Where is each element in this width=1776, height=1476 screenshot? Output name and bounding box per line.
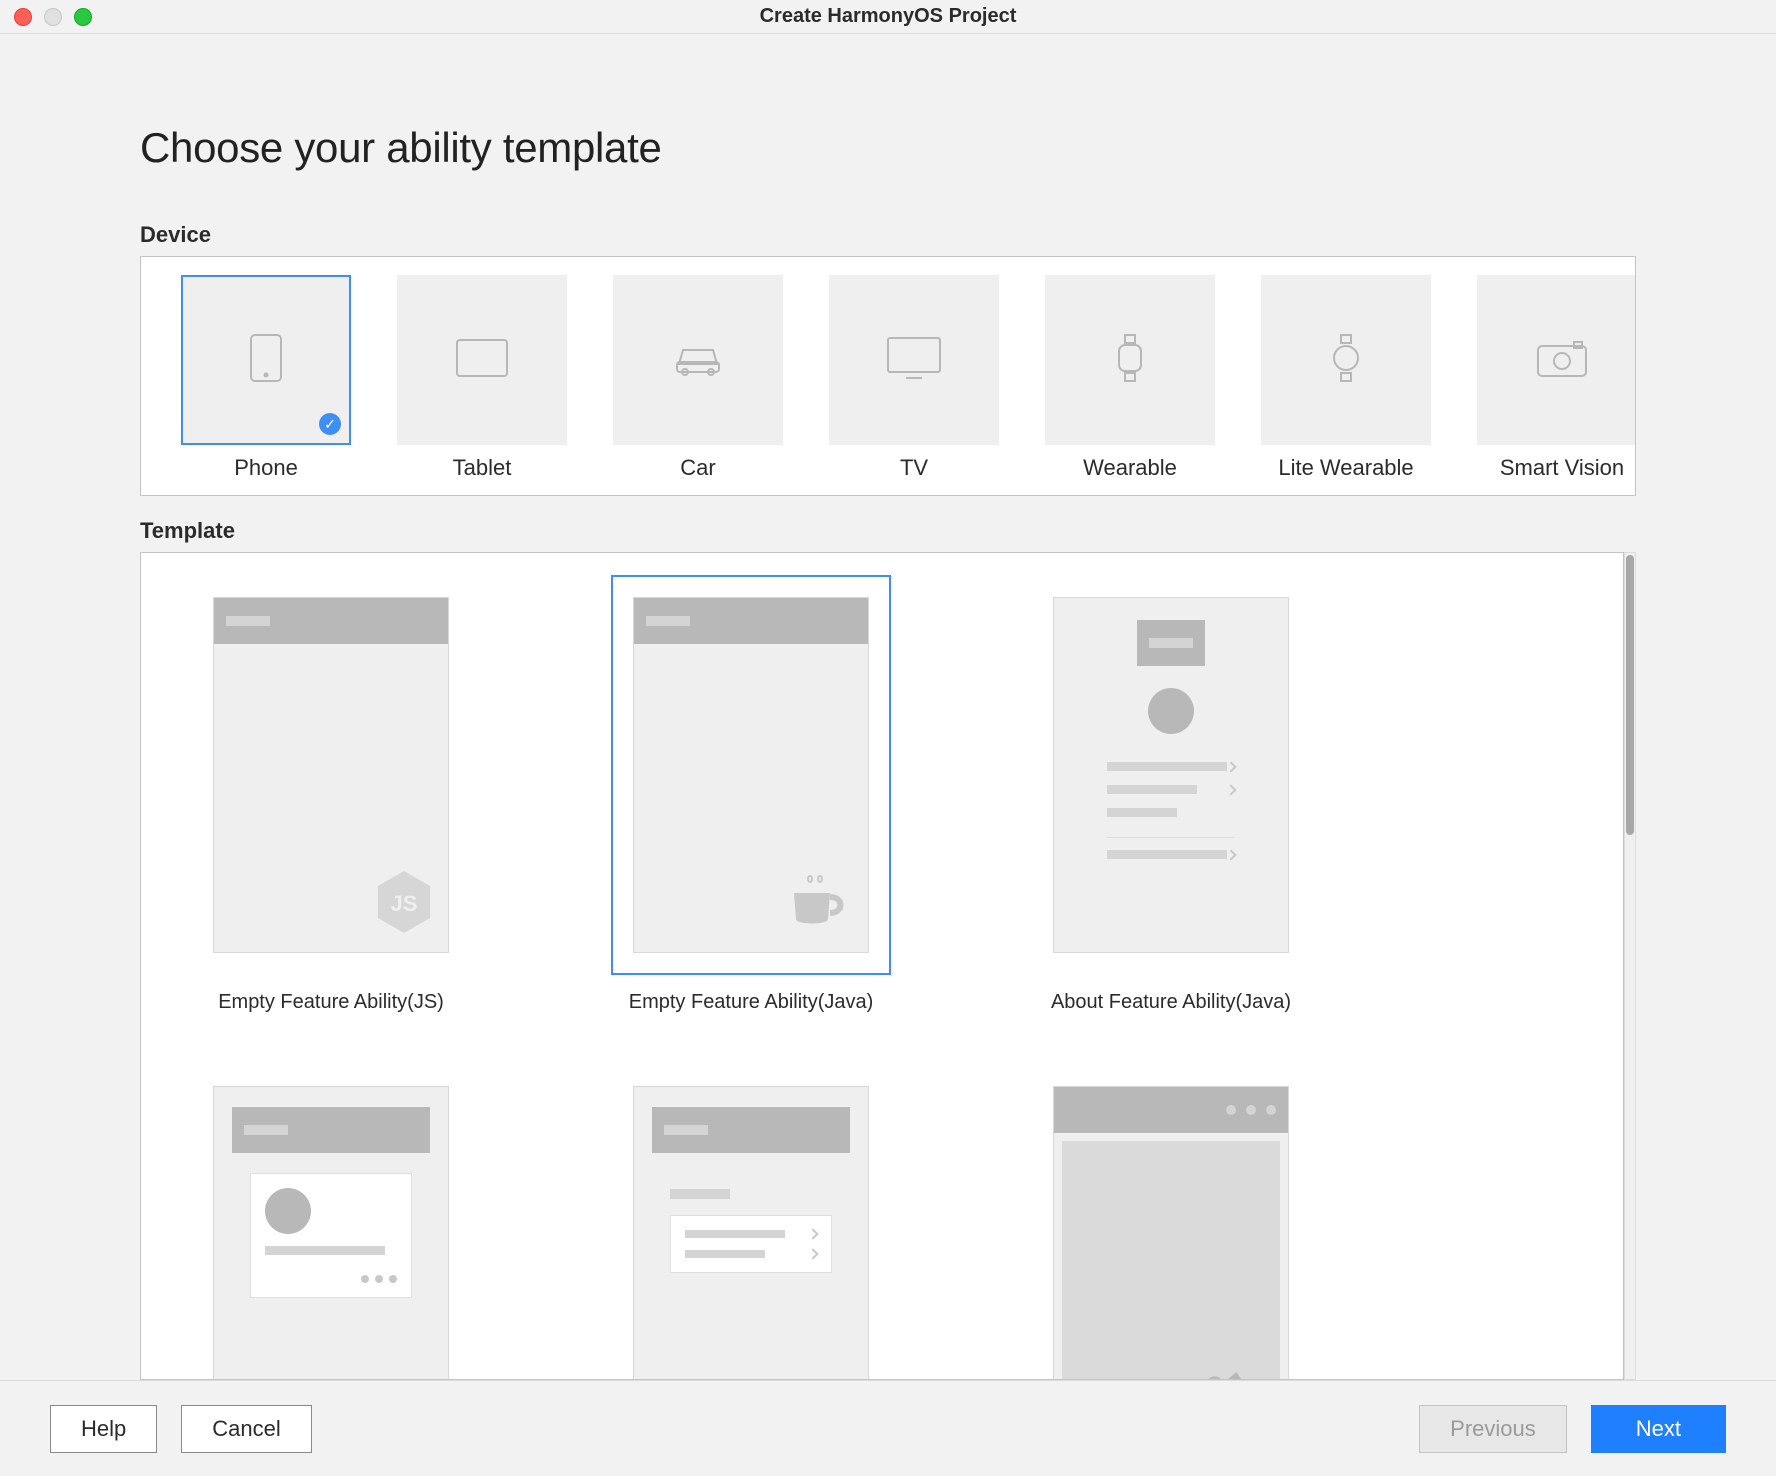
content-area: Choose your ability template Device ✓ Ph… (0, 34, 1776, 1380)
device-tile: ✓ (1261, 275, 1431, 445)
template-preview (633, 597, 869, 953)
check-icon: ✓ (319, 413, 341, 435)
device-label: Lite Wearable (1278, 455, 1413, 481)
template-preview (1053, 597, 1289, 953)
footer: Help Cancel Previous Next (0, 1380, 1776, 1476)
window-title: Create HarmonyOS Project (0, 5, 1776, 28)
previous-button: Previous (1419, 1405, 1567, 1453)
phone-icon (249, 333, 283, 388)
template-wrap: JS Empty Feature Ability(JS) Empty Featu… (140, 552, 1636, 1380)
titlebar: Create HarmonyOS Project (0, 0, 1776, 34)
page-heading: Choose your ability template (140, 124, 1636, 172)
scrollbar-thumb[interactable] (1626, 555, 1634, 835)
template-fullscreen[interactable]: Full Screen Ability(Java) (1031, 1064, 1311, 1380)
device-tile: ✓ (1477, 275, 1636, 445)
device-label: Tablet (453, 455, 512, 481)
template-preview (633, 1086, 869, 1380)
cancel-button[interactable]: Cancel (181, 1405, 311, 1453)
tablet-icon (455, 338, 509, 383)
device-smart-vision[interactable]: ✓ Smart Vision (1477, 275, 1636, 481)
svg-text:JS: JS (391, 891, 418, 916)
device-lite-wearable[interactable]: ✓ Lite Wearable (1261, 275, 1431, 481)
device-label: Smart Vision (1500, 455, 1624, 481)
next-button[interactable]: Next (1591, 1405, 1726, 1453)
java-icon (788, 873, 850, 934)
template-card (611, 1064, 891, 1380)
device-label: Phone (234, 455, 298, 481)
device-tv[interactable]: ✓ TV (829, 275, 999, 481)
lite-wearable-icon (1331, 333, 1361, 388)
device-phone[interactable]: ✓ Phone (181, 275, 351, 481)
device-tile: ✓ (1045, 275, 1215, 445)
template-card (191, 1064, 471, 1380)
template-label: Empty Feature Ability(JS) (218, 991, 444, 1014)
template-business[interactable]: Business Card Ability(Java) (191, 1064, 471, 1380)
car-icon (671, 338, 725, 383)
template-card (1031, 575, 1311, 975)
device-car[interactable]: ✓ Car (613, 275, 783, 481)
template-category[interactable]: Category Ability(Java) (611, 1064, 891, 1380)
wearable-icon (1115, 333, 1145, 388)
template-preview (1053, 1086, 1289, 1380)
smart-vision-icon (1536, 338, 1588, 383)
device-tile: ✓ (613, 275, 783, 445)
device-tile: ✓ (829, 275, 999, 445)
template-list: JS Empty Feature Ability(JS) Empty Featu… (140, 552, 1624, 1380)
template-preview (213, 1086, 449, 1380)
template-about[interactable]: About Feature Ability(Java) (1031, 575, 1311, 1014)
template-section-label: Template (140, 518, 1636, 544)
device-label: Car (680, 455, 715, 481)
template-label: About Feature Ability(Java) (1051, 991, 1291, 1014)
device-tablet[interactable]: ✓ Tablet (397, 275, 567, 481)
template-empty-js[interactable]: JS Empty Feature Ability(JS) (191, 575, 471, 1014)
device-tile: ✓ (181, 275, 351, 445)
template-card (1031, 1064, 1311, 1380)
template-preview: JS (213, 597, 449, 953)
device-label: TV (900, 455, 928, 481)
template-empty-java[interactable]: Empty Feature Ability(Java) (611, 575, 891, 1014)
device-list: ✓ Phone ✓ Tablet ✓ Car ✓ TV ✓ Wearable ✓… (140, 256, 1636, 496)
help-button[interactable]: Help (50, 1405, 157, 1453)
template-card (611, 575, 891, 975)
device-label: Wearable (1083, 455, 1177, 481)
template-scrollbar[interactable] (1624, 552, 1636, 1380)
tv-icon (886, 336, 942, 385)
device-wearable[interactable]: ✓ Wearable (1045, 275, 1215, 481)
template-label: Empty Feature Ability(Java) (629, 991, 874, 1014)
device-tile: ✓ (397, 275, 567, 445)
device-section-label: Device (140, 222, 1636, 248)
template-card: JS (191, 575, 471, 975)
js-icon: JS (374, 869, 434, 940)
